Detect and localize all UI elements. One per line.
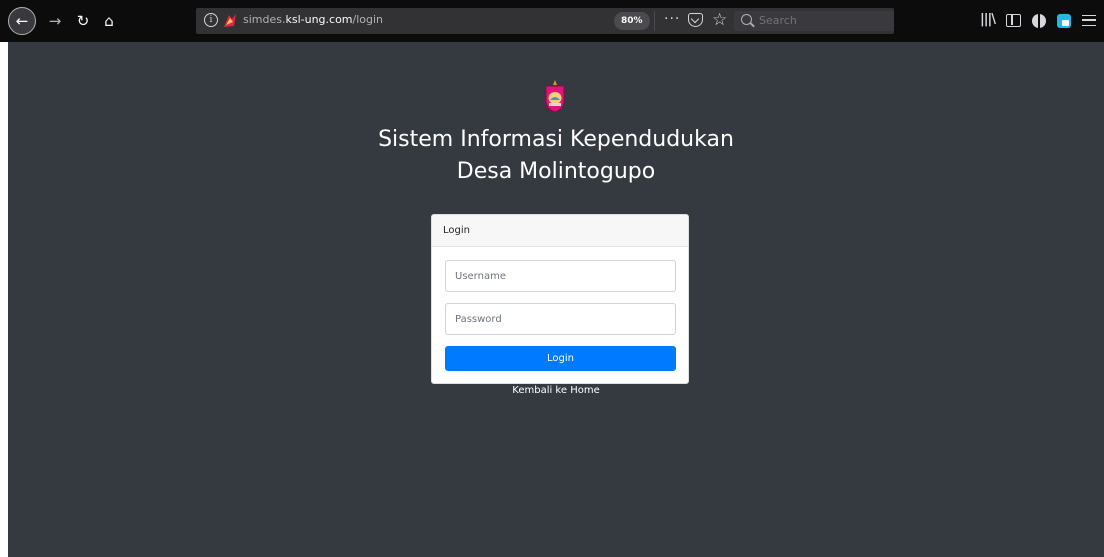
page-title-line2: Desa Molintogupo	[456, 159, 656, 184]
login-card-header: Login	[432, 215, 688, 247]
url-text[interactable]: simdes.ksl-ung.com/login	[243, 13, 383, 26]
home-button[interactable]: ⌂	[96, 8, 122, 34]
url-path: /login	[352, 13, 384, 26]
site-favicon-icon	[224, 14, 236, 27]
url-bar[interactable]: i simdes.ksl-ung.com/login 80% ··· ☆ Sea…	[196, 8, 894, 34]
password-input[interactable]	[445, 303, 676, 335]
login-page: Sistem Informasi Kependudukan Desa Molin…	[8, 42, 1104, 557]
reload-button[interactable]: ↻	[70, 8, 96, 34]
search-bar[interactable]: Search	[734, 11, 894, 31]
info-icon[interactable]: i	[204, 13, 218, 27]
username-input[interactable]	[445, 260, 676, 292]
search-icon	[741, 14, 752, 25]
back-to-home-link[interactable]: Kembali ke Home	[8, 385, 1104, 396]
forward-arrow-icon: →	[48, 12, 62, 30]
page-actions-menu-icon[interactable]: ···	[664, 11, 680, 27]
pocket-icon[interactable]	[688, 13, 703, 27]
library-icon[interactable]: |||\	[980, 12, 996, 27]
home-icon: ⌂	[104, 12, 114, 30]
globe-icon[interactable]	[1032, 14, 1046, 28]
sidebar-icon[interactable]	[1006, 14, 1021, 27]
extension-icon[interactable]	[1057, 14, 1071, 28]
back-button[interactable]: ←	[8, 7, 36, 35]
back-arrow-icon: ←	[15, 12, 29, 30]
browser-toolbar: ← → ↻ ⌂ i simdes.ksl-ung.com/login 80% ·…	[0, 0, 1104, 42]
page-title-line1: Sistem Informasi Kependudukan	[378, 127, 734, 152]
regency-emblem-icon	[545, 80, 565, 113]
url-prefix: simdes.	[243, 13, 286, 26]
login-button[interactable]: Login	[445, 346, 676, 371]
url-divider	[654, 11, 655, 31]
url-domain: ksl-ung.com	[285, 13, 353, 26]
reload-icon: ↻	[76, 12, 90, 30]
hamburger-menu-icon[interactable]	[1082, 15, 1096, 26]
forward-button[interactable]: →	[42, 8, 68, 34]
search-placeholder: Search	[759, 14, 797, 27]
star-icon[interactable]: ☆	[712, 10, 727, 30]
zoom-level-badge[interactable]: 80%	[614, 12, 650, 30]
login-card: Login Login	[431, 214, 689, 384]
